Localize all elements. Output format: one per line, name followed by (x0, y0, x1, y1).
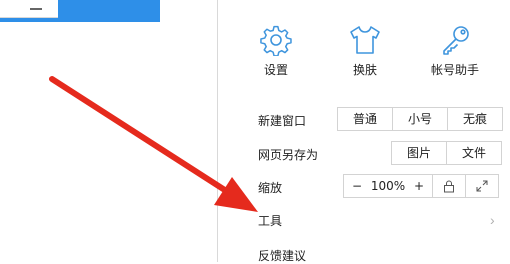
annotation-arrow-icon (49, 76, 258, 212)
